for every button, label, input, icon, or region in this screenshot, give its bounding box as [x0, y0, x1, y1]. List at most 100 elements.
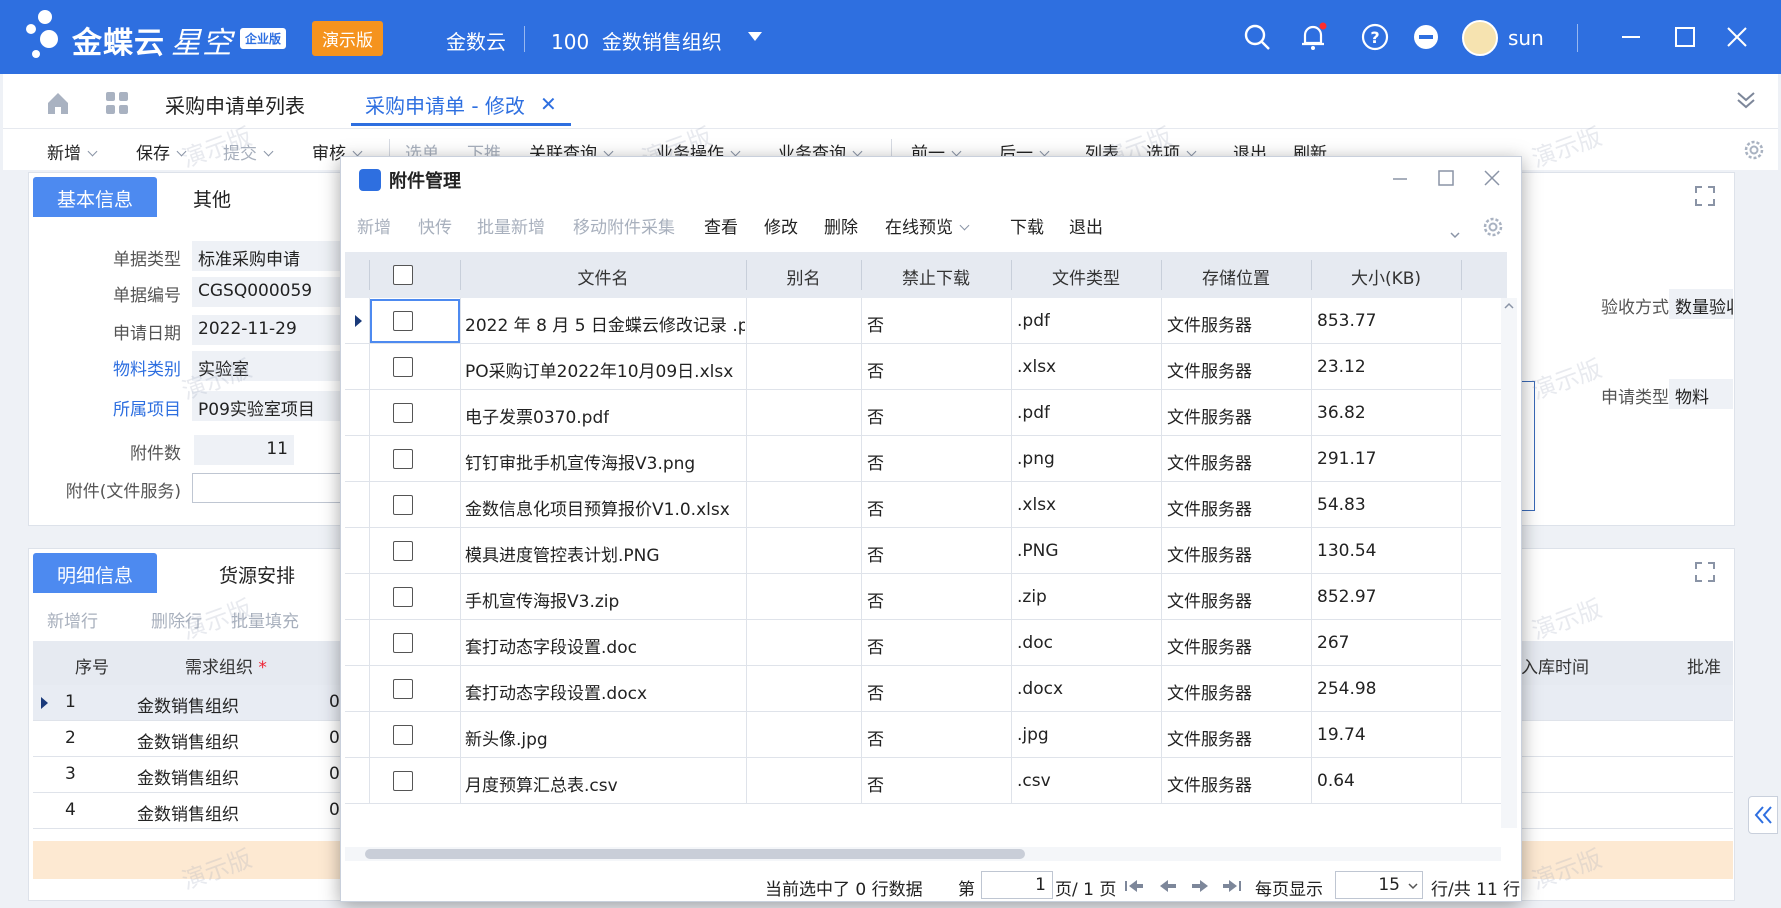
dialog-gear-icon[interactable]	[1481, 215, 1505, 239]
first-page-icon[interactable]	[1123, 878, 1145, 894]
tab-purchase-request-list[interactable]: 采购申请单列表	[165, 90, 305, 119]
row-checkbox[interactable]	[393, 403, 413, 423]
tenant-name[interactable]: 金数云	[446, 26, 506, 55]
attachment-row[interactable]: 钉钉审批手机宣传海报V3.png 否 .png 文件服务器 291.17	[345, 436, 1507, 482]
doc-type-field[interactable]: 标准采购申请	[192, 241, 342, 271]
col-file-name[interactable]: 文件名	[460, 264, 746, 289]
material-category-label[interactable]: 物料类别	[89, 355, 181, 380]
user-name[interactable]: sun	[1508, 26, 1544, 50]
tab-other[interactable]: 其他	[169, 177, 255, 217]
acceptance-method-field[interactable]: 数量验收	[1669, 289, 1733, 319]
dlg-online-preview-button[interactable]: 在线预览	[885, 213, 970, 238]
row-checkbox[interactable]	[393, 725, 413, 745]
request-type-field[interactable]: 物料	[1669, 379, 1733, 409]
attachment-row[interactable]: PO采购订单2022年10月09日.xlsx 否 .xlsx 文件服务器 23.12	[345, 344, 1507, 390]
col-demand-org[interactable]: 需求组织 *	[185, 653, 267, 678]
doc-no-field[interactable]: CGSQ000059	[192, 277, 342, 307]
row-checkbox[interactable]	[393, 495, 413, 515]
row-checkbox[interactable]	[393, 357, 413, 377]
tab-detail-info[interactable]: 明细信息	[33, 553, 158, 593]
dlg-quick-upload-button[interactable]: 快传	[418, 213, 452, 238]
toolbar-new-button[interactable]: 新增	[47, 139, 98, 164]
attach-file-field[interactable]	[192, 473, 342, 503]
double-chevron-left-icon[interactable]	[1749, 797, 1777, 833]
tab-purchase-request-edit[interactable]: 采购申请单 - 修改	[365, 90, 525, 119]
col-size[interactable]: 大小(KB)	[1311, 264, 1461, 289]
dlg-view-button[interactable]: 查看	[704, 213, 738, 238]
project-field[interactable]: P09实验室项目	[192, 391, 342, 421]
attachment-row[interactable]: 金数信息化项目预算报价V1.0.xlsx 否 .xlsx 文件服务器 54.83	[345, 482, 1507, 528]
dropdown-icon[interactable]	[1449, 229, 1461, 241]
expand-icon[interactable]	[1694, 185, 1716, 207]
col-inbound-time[interactable]: 入库时间	[1521, 653, 1589, 678]
app-grid-icon[interactable]	[104, 90, 130, 116]
dialog-maximize-icon[interactable]	[1435, 167, 1457, 189]
toolbar-submit-button[interactable]: 提交	[223, 139, 274, 164]
gear-icon[interactable]	[1742, 138, 1766, 162]
row-checkbox[interactable]	[393, 587, 413, 607]
attachment-row[interactable]: 月度预算汇总表.csv 否 .csv 文件服务器 0.64	[345, 758, 1507, 804]
dlg-batch-add-button[interactable]: 批量新增	[477, 213, 545, 238]
horizontal-scrollbar[interactable]	[345, 847, 1501, 861]
row-checkbox[interactable]	[393, 541, 413, 561]
next-page-icon[interactable]	[1189, 878, 1211, 894]
add-row-button[interactable]: 新增行	[47, 607, 98, 632]
attachment-row[interactable]: 模具进度管控表计划.PNG 否 .PNG 文件服务器 130.54	[345, 528, 1507, 574]
attachment-row[interactable]: 电子发票0370.pdf 否 .pdf 文件服务器 36.82	[345, 390, 1507, 436]
col-file-type[interactable]: 文件类型	[1011, 264, 1161, 289]
minus-circle-icon[interactable]	[1411, 22, 1441, 52]
maximize-icon[interactable]	[1670, 22, 1700, 52]
select-all-checkbox[interactable]	[393, 265, 413, 285]
chevron-down-icon[interactable]	[748, 32, 762, 41]
attachment-row[interactable]: 新头像.jpg 否 .jpg 文件服务器 19.74	[345, 712, 1507, 758]
vertical-scrollbar[interactable]	[1501, 298, 1517, 828]
chevron-down-icon[interactable]	[1407, 881, 1419, 891]
last-page-icon[interactable]	[1221, 878, 1243, 894]
col-alias[interactable]: 别名	[746, 264, 861, 289]
tab-basic-info[interactable]: 基本信息	[33, 177, 158, 217]
dialog-close-icon[interactable]	[1481, 167, 1503, 189]
search-icon[interactable]	[1242, 22, 1272, 52]
home-icon[interactable]	[45, 90, 71, 116]
dlg-mobile-collect-button[interactable]: 移动附件采集	[573, 213, 675, 238]
dlg-download-button[interactable]: 下载	[1010, 213, 1044, 238]
double-chevron-down-icon[interactable]	[1734, 88, 1758, 112]
batch-fill-button[interactable]: 批量填充	[231, 607, 299, 632]
page-number-input[interactable]: 1	[981, 871, 1053, 899]
row-checkbox[interactable]	[393, 679, 413, 699]
attachment-row[interactable]: 2022 年 8 月 5 日金蝶云修改记录 .pdf 否 .pdf 文件服务器 853.…	[345, 298, 1507, 344]
horizontal-scrollbar-thumb[interactable]	[365, 849, 1025, 859]
tab-source-arrangement[interactable]: 货源安排	[195, 553, 319, 593]
minimize-icon[interactable]	[1616, 22, 1646, 52]
toolbar-save-button[interactable]: 保存	[136, 139, 187, 164]
row-checkbox[interactable]	[393, 771, 413, 791]
attachment-row[interactable]: 手机宣传海报V3.zip 否 .zip 文件服务器 852.97	[345, 574, 1507, 620]
side-panel-toggle[interactable]	[1748, 796, 1778, 834]
attachment-row[interactable]: 套打动态字段设置.doc 否 .doc 文件服务器 267	[345, 620, 1507, 666]
col-seq[interactable]: 序号	[75, 653, 109, 678]
dialog-minimize-icon[interactable]	[1389, 167, 1411, 189]
dlg-delete-button[interactable]: 删除	[824, 213, 858, 238]
prev-page-icon[interactable]	[1157, 878, 1179, 894]
col-no-download[interactable]: 禁止下载	[861, 264, 1011, 289]
row-checkbox[interactable]	[393, 633, 413, 653]
col-storage-location[interactable]: 存储位置	[1161, 264, 1311, 289]
expand-icon[interactable]	[1694, 561, 1716, 583]
avatar[interactable]	[1462, 20, 1498, 56]
col-approve[interactable]: 批准	[1687, 653, 1729, 678]
row-checkbox[interactable]	[393, 311, 413, 331]
material-category-field[interactable]: 实验室	[192, 351, 342, 381]
row-checkbox[interactable]	[393, 449, 413, 469]
close-icon[interactable]	[1722, 22, 1752, 52]
help-icon[interactable]: ?	[1360, 22, 1390, 52]
dlg-edit-button[interactable]: 修改	[764, 213, 798, 238]
dlg-exit-button[interactable]: 退出	[1069, 213, 1103, 238]
dlg-new-button[interactable]: 新增	[357, 213, 391, 238]
apply-date-field[interactable]: 2022-11-29	[192, 315, 342, 345]
project-label[interactable]: 所属项目	[89, 395, 181, 420]
tab-close-icon[interactable]: ✕	[540, 92, 557, 116]
bell-icon[interactable]	[1298, 22, 1328, 52]
delete-row-button[interactable]: 删除行	[151, 607, 202, 632]
org-selector[interactable]: 100 金数销售组织	[551, 26, 722, 55]
attachment-row[interactable]: 套打动态字段设置.docx 否 .docx 文件服务器 254.98	[345, 666, 1507, 712]
